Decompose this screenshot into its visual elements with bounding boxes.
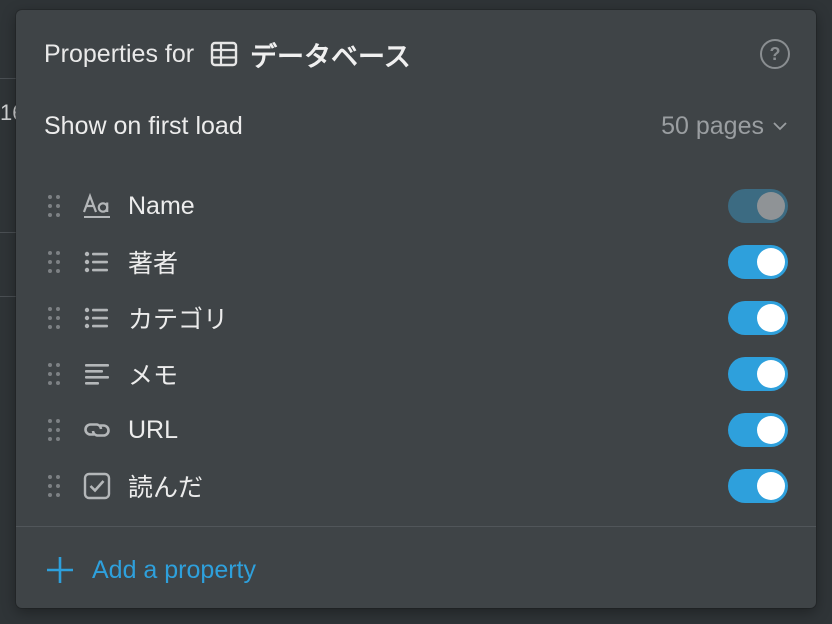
visibility-toggle[interactable] (728, 301, 788, 335)
property-name: Name (128, 191, 195, 220)
property-row-memo: メモ (16, 346, 816, 402)
property-row-read: 読んだ (16, 458, 816, 514)
chevron-down-icon (772, 118, 788, 134)
add-property-button[interactable]: Add a property (44, 548, 256, 592)
url-link-icon (82, 415, 112, 445)
property-list: Name 著者 カテゴリ メモ URL 読んだ (16, 178, 816, 514)
property-name: メモ (128, 362, 179, 390)
drag-handle-icon[interactable] (46, 305, 62, 331)
multi-select-icon (82, 247, 112, 277)
pages-value: 50 pages (661, 111, 764, 140)
help-circle-icon[interactable]: ? (760, 39, 790, 69)
visibility-toggle[interactable] (728, 357, 788, 391)
add-property-label: Add a property (92, 555, 256, 584)
property-name: URL (128, 415, 179, 444)
drag-handle-icon[interactable] (46, 473, 62, 499)
drag-handle-icon[interactable] (46, 417, 62, 443)
property-row-url: URL (16, 402, 816, 458)
pages-dropdown[interactable]: 50 pages (661, 112, 788, 141)
drag-handle-icon[interactable] (46, 249, 62, 275)
property-name: 読んだ (128, 474, 204, 502)
table-icon (210, 40, 238, 68)
database-name: データベース (250, 41, 411, 72)
property-name: カテゴリ (128, 306, 229, 334)
first-load-row: Show on first load 50 pages (44, 108, 788, 144)
property-row-category: カテゴリ (16, 290, 816, 346)
visibility-toggle[interactable] (728, 413, 788, 447)
plus-icon (44, 554, 76, 586)
multi-select-icon (82, 303, 112, 333)
panel-divider (16, 526, 816, 527)
visibility-toggle[interactable] (728, 245, 788, 279)
visibility-toggle[interactable] (728, 469, 788, 503)
visibility-toggle-locked[interactable] (728, 189, 788, 223)
checkbox-icon (82, 471, 112, 501)
panel-header: Properties for データベース ? (44, 36, 790, 72)
text-icon (82, 359, 112, 389)
title-aa-icon (82, 191, 112, 221)
properties-panel: Properties for データベース ? Show on first lo… (16, 10, 816, 608)
first-load-label: Show on first load (44, 111, 243, 140)
property-row-name: Name (16, 178, 816, 234)
property-name: 著者 (128, 250, 179, 278)
drag-handle-icon[interactable] (46, 361, 62, 387)
property-row-author: 著者 (16, 234, 816, 290)
help-glyph: ? (769, 43, 781, 64)
panel-title-prefix: Properties for (44, 39, 195, 68)
drag-handle-icon[interactable] (46, 193, 62, 219)
